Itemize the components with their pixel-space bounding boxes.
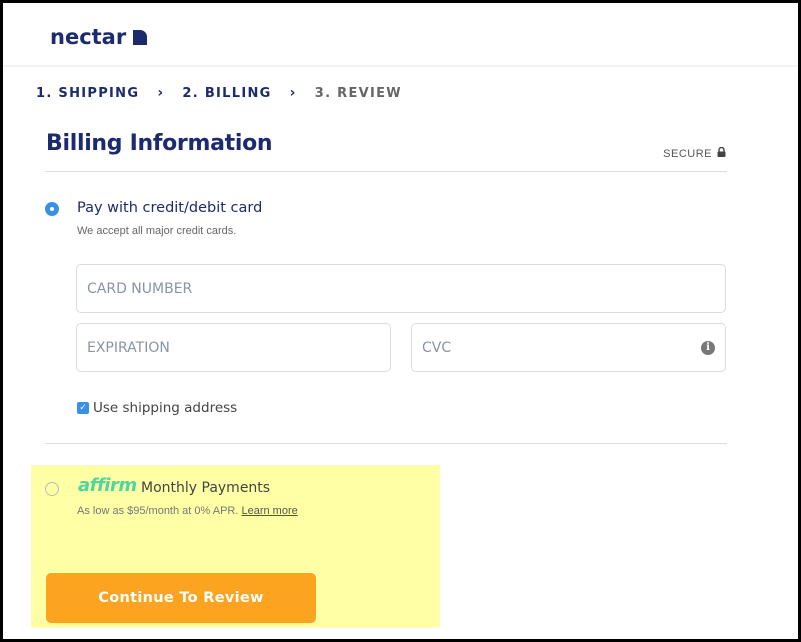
divider [45,171,727,172]
cvc-input[interactable] [422,339,725,356]
secure-label: SECURE [663,147,712,160]
cvc-field[interactable]: i [411,323,726,372]
logo-text: nectar [50,25,127,49]
card-payment-radio[interactable] [45,202,59,216]
checkbox-checked-icon[interactable]: ✓ [77,402,89,414]
step-billing: 2. BILLING [182,85,272,101]
secure-badge: SECURE [663,146,726,160]
card-payment-subtext: We accept all major credit cards. [77,225,237,237]
continue-to-review-button[interactable]: Continue To Review [46,573,316,623]
use-shipping-address-row[interactable]: ✓ Use shipping address [77,400,237,416]
affirm-rate-text: As low as $95/month at 0% APR. [77,505,239,517]
nectar-logo[interactable]: nectar [50,25,148,49]
use-shipping-address-label[interactable]: Use shipping address [93,400,237,416]
divider [45,443,727,444]
card-payment-label[interactable]: Pay with credit/debit card [77,200,262,216]
site-header: nectar [3,3,798,67]
page-title: Billing Information [46,131,273,156]
lock-icon [717,146,726,160]
chevron-right-icon: › [157,85,165,101]
learn-more-link[interactable]: Learn more [241,505,297,517]
logo-mark-icon [133,29,148,45]
info-icon[interactable]: i [701,341,715,355]
affirm-payment-label[interactable]: Monthly Payments [141,480,270,496]
card-number-field[interactable] [76,264,726,313]
step-review: 3. REVIEW [314,85,402,101]
step-shipping[interactable]: 1. SHIPPING [36,86,139,101]
expiration-input[interactable] [87,339,390,356]
expiration-field[interactable] [76,323,391,372]
affirm-logo: affirm [78,475,137,496]
affirm-payment-subtext: As low as $95/month at 0% APR. Learn mor… [77,505,298,517]
card-number-input[interactable] [87,280,725,297]
checkout-steps-breadcrumb: 1. SHIPPING › 2. BILLING › 3. REVIEW [36,85,402,101]
checkout-page: nectar 1. SHIPPING › 2. BILLING › 3. REV… [3,3,798,639]
affirm-payment-radio[interactable] [45,482,59,496]
chevron-right-icon: › [289,85,297,101]
